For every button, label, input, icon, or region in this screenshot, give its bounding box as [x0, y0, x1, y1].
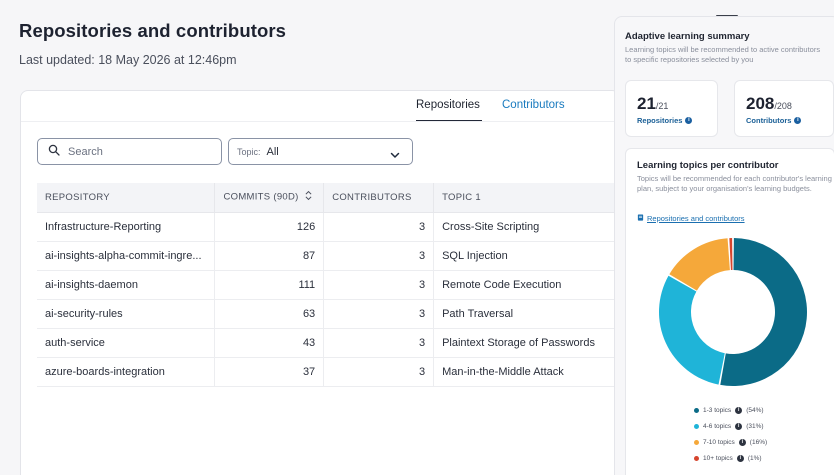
link-text[interactable]: Repositories and contributors	[647, 214, 745, 223]
cell-contributors: 3	[323, 241, 435, 271]
repositories-count: 21	[637, 94, 656, 113]
contributors-stat-label: Contributors i	[746, 116, 802, 125]
cell-contributors: 3	[323, 357, 435, 387]
legend-item: 1-3 topics i (54%)	[694, 402, 767, 418]
learning-topics-card: Learning topics per contributor Topics w…	[625, 148, 834, 475]
legend-label: 1-3 topics	[703, 406, 732, 414]
sort-icon[interactable]	[305, 190, 312, 204]
topic-select[interactable]: Topic: All	[228, 138, 413, 165]
cell-repository: ai-insights-daemon	[37, 270, 216, 300]
tab-repositories[interactable]: Repositories	[416, 99, 482, 122]
cell-commits: 87	[214, 241, 325, 271]
legend-item: 10+ topics i (1%)	[694, 450, 767, 466]
legend-swatch	[694, 439, 699, 445]
cell-commits: 63	[214, 299, 325, 329]
contributors-stat-card: 208/208 Contributors i	[734, 80, 834, 137]
search-box[interactable]	[37, 138, 222, 165]
donut-slice-2[interactable]	[659, 275, 725, 385]
cell-contributors: 3	[323, 212, 435, 242]
cell-commits: 37	[214, 357, 325, 387]
cell-repository: Infrastructure-Reporting	[37, 212, 216, 242]
legend-label: 4-6 topics	[703, 422, 732, 430]
info-icon[interactable]: i	[685, 117, 693, 124]
column-header-commits[interactable]: COMMITS (90D)	[214, 183, 325, 213]
table-row[interactable]: ai-security-rules 63 3 Path Traversal	[37, 299, 619, 329]
tab-contributors[interactable]: Contributors	[502, 99, 565, 120]
repositories-total: /21	[655, 101, 669, 111]
last-updated-text: Last updated: 18 May 2026 at 12:46pm	[19, 53, 237, 67]
legend-swatch	[694, 407, 699, 413]
cell-commits: 111	[214, 270, 325, 300]
contributors-stat-label-text: Contributors	[746, 116, 792, 125]
tab-divider	[21, 121, 619, 122]
cell-commits: 126	[214, 212, 325, 242]
topics-description: Topics will be recommended for each cont…	[637, 174, 832, 193]
repositories-card: Repositories Contributors Topic: All REP…	[20, 90, 620, 475]
cell-contributors: 3	[323, 270, 435, 300]
repositories-stat-label-text: Repositories	[637, 116, 683, 125]
cell-commits: 43	[214, 328, 325, 358]
legend-item: 4-6 topics i (31%)	[694, 418, 767, 434]
legend-percent: (16%)	[749, 438, 768, 446]
cell-topic: Plaintext Storage of Passwords	[433, 328, 619, 358]
table-row[interactable]: azure-boards-integration 37 3 Man-in-the…	[37, 357, 619, 387]
chevron-down-icon	[390, 147, 400, 158]
info-icon[interactable]: i	[736, 454, 744, 462]
contributors-stat-value: 208/208	[746, 94, 792, 114]
cell-topic: SQL Injection	[433, 241, 619, 271]
cell-repository: ai-security-rules	[37, 299, 216, 329]
cell-repository: azure-boards-integration	[37, 357, 216, 387]
info-icon[interactable]: i	[735, 422, 743, 430]
adaptive-learning-panel: Adaptive learning summary Learning topic…	[614, 16, 834, 475]
legend-percent: (54%)	[746, 406, 764, 414]
cell-topic: Remote Code Execution	[433, 270, 619, 300]
legend-percent: (1%)	[747, 454, 762, 462]
legend-label: 7-10 topics	[703, 438, 735, 446]
donut-slice-4[interactable]	[729, 238, 733, 271]
cell-topic: Man-in-the-Middle Attack	[433, 357, 619, 387]
search-input[interactable]	[68, 145, 198, 158]
table-row[interactable]: ai-insights-alpha-commit-ingre... 87 3 S…	[37, 241, 619, 271]
legend-item: 7-10 topics i (16%)	[694, 434, 767, 450]
repositories-contributors-link[interactable]: Repositories and contributors	[637, 214, 745, 223]
document-icon	[637, 214, 644, 223]
topic-select-value: All	[266, 145, 279, 158]
donut-slice-1[interactable]	[720, 238, 807, 386]
topics-title: Learning topics per contributor	[637, 160, 779, 171]
topics-donut-chart	[659, 238, 807, 386]
legend-label: 10+ topics	[703, 454, 733, 462]
chart-legend: 1-3 topics i (54%) 4-6 topics i (31%) 7-10 top…	[694, 402, 767, 466]
contributors-count: 208	[746, 94, 775, 113]
cell-topic: Cross-Site Scripting	[433, 212, 619, 242]
cell-topic: Path Traversal	[433, 299, 619, 329]
info-icon[interactable]: i	[794, 117, 802, 124]
table-row[interactable]: Infrastructure-Reporting 126 3 Cross-Sit…	[37, 212, 619, 242]
repositories-table: REPOSITORY COMMITS (90D) CONTRIBUTORS TO…	[37, 183, 619, 387]
topic-select-label: Topic:	[237, 146, 261, 157]
cell-contributors: 3	[323, 299, 435, 329]
table-row[interactable]: ai-insights-daemon 111 3 Remote Code Exe…	[37, 270, 619, 300]
repositories-stat-value: 21/21	[637, 94, 668, 114]
legend-swatch	[694, 423, 699, 429]
column-header-commits-label: COMMITS (90D)	[223, 191, 299, 203]
page-title: Repositories and contributors	[19, 20, 287, 41]
summary-title: Adaptive learning summary	[625, 31, 750, 42]
cell-repository: auth-service	[37, 328, 216, 358]
legend-swatch	[694, 455, 699, 461]
table-row[interactable]: auth-service 43 3 Plaintext Storage of P…	[37, 328, 619, 358]
cell-repository: ai-insights-alpha-commit-ingre...	[37, 241, 216, 271]
contributors-total: /208	[774, 101, 792, 111]
repositories-stat-label: Repositories i	[637, 116, 693, 125]
column-header-contributors[interactable]: CONTRIBUTORS	[323, 183, 435, 213]
info-icon[interactable]: i	[735, 406, 743, 414]
column-header-repository[interactable]: REPOSITORY	[37, 183, 216, 213]
cell-contributors: 3	[323, 328, 435, 358]
info-icon[interactable]: i	[738, 438, 746, 446]
repositories-stat-card: 21/21 Repositories i	[625, 80, 718, 137]
search-icon	[48, 143, 60, 161]
summary-description: Learning topics will be recommended to a…	[625, 45, 821, 64]
legend-percent: (31%)	[746, 422, 764, 430]
column-header-topic[interactable]: TOPIC 1	[433, 183, 619, 213]
